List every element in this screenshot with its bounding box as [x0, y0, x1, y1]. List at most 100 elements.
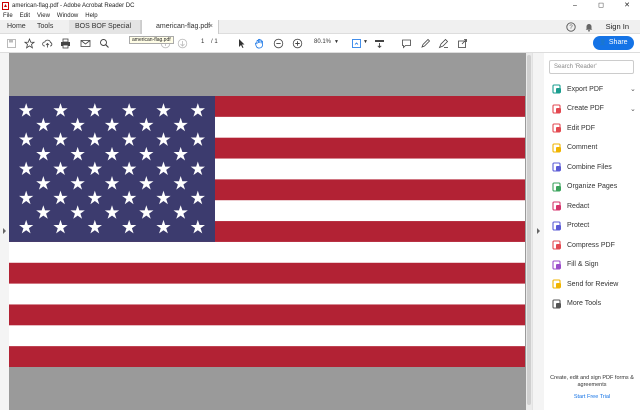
tool-fill-sign[interactable]: Fill & Sign	[552, 258, 599, 272]
tool-label: Protect	[567, 222, 590, 229]
save-icon[interactable]	[6, 38, 17, 49]
tool-label: Fill & Sign	[567, 261, 599, 268]
more-tools-icon	[552, 298, 561, 309]
zoom-dropdown-chevron-icon[interactable]: ▼	[334, 39, 339, 45]
flag-stripe	[9, 283, 525, 305]
tool-label: Create PDF	[567, 105, 604, 112]
tool-label: Compress PDF	[567, 241, 615, 249]
comment-icon[interactable]	[401, 38, 412, 49]
menu-help[interactable]: Help	[85, 13, 97, 19]
next-page-icon[interactable]	[177, 38, 188, 49]
menu-file[interactable]: File	[3, 13, 13, 19]
print-icon[interactable]	[60, 38, 71, 49]
tab-tooltip: american-flag.pdf	[129, 36, 174, 44]
sign-pen-icon[interactable]	[438, 38, 449, 49]
title-bar: american-flag.pdf - Adobe Acrobat Reader…	[0, 0, 640, 11]
tool-label: Comment	[567, 144, 598, 151]
page-total: / 1	[211, 39, 218, 45]
right-panel-collapse-toggle[interactable]	[532, 53, 544, 410]
close-window-button[interactable]: ✕	[614, 0, 640, 11]
american-flag-image	[9, 96, 525, 367]
bookmark-star-icon[interactable]	[24, 38, 35, 49]
tool-more-tools[interactable]: More Tools	[552, 297, 601, 311]
tool-protect[interactable]: Protect	[552, 219, 589, 233]
send-review-icon	[552, 279, 561, 289]
zoom-level-select[interactable]: 80.1%	[314, 39, 331, 45]
tool-create-pdf[interactable]: Create PDF ⌄	[552, 102, 636, 116]
window-title: american-flag.pdf - Adobe Acrobat Reader…	[12, 2, 135, 9]
zoom-in-icon[interactable]	[292, 38, 303, 49]
tool-organize-pages[interactable]: Organize Pages	[552, 180, 617, 194]
tool-label: Redact	[567, 202, 590, 210]
share-link-icon[interactable]	[457, 38, 468, 49]
expand-left-arrow-icon	[3, 228, 6, 234]
select-cursor-icon[interactable]	[236, 38, 247, 49]
svg-text:?: ?	[569, 25, 573, 31]
acrobat-app-icon	[2, 1, 9, 10]
highlight-pen-icon[interactable]	[420, 38, 431, 49]
tab-document-bos[interactable]: BOS BOF Special M...	[69, 20, 141, 44]
menu-view[interactable]: View	[37, 13, 50, 19]
chevron-down-icon[interactable]: ⌄	[630, 85, 636, 93]
promo-box: Create, edit and sign PDF forms & agreem…	[544, 375, 640, 401]
promo-text: Create, edit and sign PDF forms & agreem…	[550, 375, 634, 388]
sign-in-link[interactable]: Sign In	[606, 20, 629, 34]
tab-home[interactable]: Home	[7, 20, 26, 34]
chevron-down-icon[interactable]: ⌄	[630, 105, 636, 113]
minimize-button[interactable]: –	[562, 0, 588, 11]
protect-icon	[552, 220, 561, 231]
help-icon[interactable]: ?	[566, 22, 576, 32]
flag-stripe	[9, 346, 525, 367]
tool-label: Send for Review	[567, 280, 619, 288]
fit-page-icon[interactable]	[351, 38, 362, 49]
tool-label: Combine Files	[567, 163, 612, 171]
scroll-mode-icon[interactable]	[374, 38, 385, 49]
tool-comment[interactable]: Comment	[552, 141, 597, 155]
maximize-button[interactable]: ◻	[588, 0, 614, 11]
upload-cloud-icon[interactable]	[42, 38, 53, 49]
tool-send-for-review[interactable]: Send for Review	[552, 277, 618, 291]
tab-bar: Home Tools BOS BOF Special M... american…	[0, 20, 640, 44]
hand-tool-icon[interactable]	[254, 38, 265, 49]
tab-document-american-flag[interactable]: american-flag.pdf ×	[141, 20, 219, 34]
tool-combine-files[interactable]: Combine Files	[552, 160, 612, 174]
tab-close-icon[interactable]: ×	[209, 20, 213, 34]
email-icon[interactable]	[80, 38, 91, 49]
tab-tools[interactable]: Tools	[37, 20, 53, 34]
flag-stripe	[9, 262, 525, 285]
flag-stripe	[9, 241, 525, 264]
export-pdf-icon	[552, 84, 561, 94]
share-person-icon: 👤	[599, 40, 607, 46]
menu-window[interactable]: Window	[57, 13, 78, 19]
scrollbar-thumb[interactable]	[527, 55, 531, 405]
collapse-arrow-icon	[537, 228, 540, 234]
left-panel-toggle[interactable]	[0, 53, 9, 410]
fit-dropdown-chevron-icon[interactable]: ▼	[363, 39, 368, 45]
organize-pages-icon	[552, 181, 561, 192]
menu-edit[interactable]: Edit	[20, 13, 30, 19]
combine-files-icon	[552, 162, 561, 172]
flag-stripe	[9, 304, 525, 326]
share-button[interactable]: 👤 Share	[593, 36, 634, 50]
tool-export-pdf[interactable]: Export PDF ⌄	[552, 82, 636, 96]
edit-pdf-icon	[552, 123, 561, 133]
page-number-input[interactable]: 1	[201, 39, 204, 45]
comment-icon	[552, 142, 561, 153]
tool-redact[interactable]: Redact	[552, 199, 589, 213]
notification-bell-icon[interactable]	[584, 22, 594, 32]
search-icon[interactable]	[99, 38, 110, 49]
share-label: Share	[608, 39, 628, 46]
tab-label: american-flag.pdf	[156, 23, 211, 30]
compress-pdf-icon	[552, 240, 561, 250]
fill-sign-icon	[552, 259, 561, 270]
tools-search-input[interactable]: Search 'Reader'	[549, 60, 634, 74]
zoom-out-icon[interactable]	[273, 38, 284, 49]
toolbar: 1 / 1 80.1% ▼ ▼	[0, 34, 640, 53]
menu-bar: File Edit View Window Help	[0, 11, 640, 20]
create-pdf-icon	[552, 103, 561, 114]
redact-icon	[552, 201, 561, 211]
tools-pane: Search 'Reader' Export PDF ⌄ Create PDF ⌄ Ed…	[544, 53, 640, 410]
start-free-trial-link[interactable]: Start Free Trial	[544, 394, 640, 401]
tool-compress-pdf[interactable]: Compress PDF	[552, 238, 615, 252]
tool-edit-pdf[interactable]: Edit PDF	[552, 121, 595, 135]
